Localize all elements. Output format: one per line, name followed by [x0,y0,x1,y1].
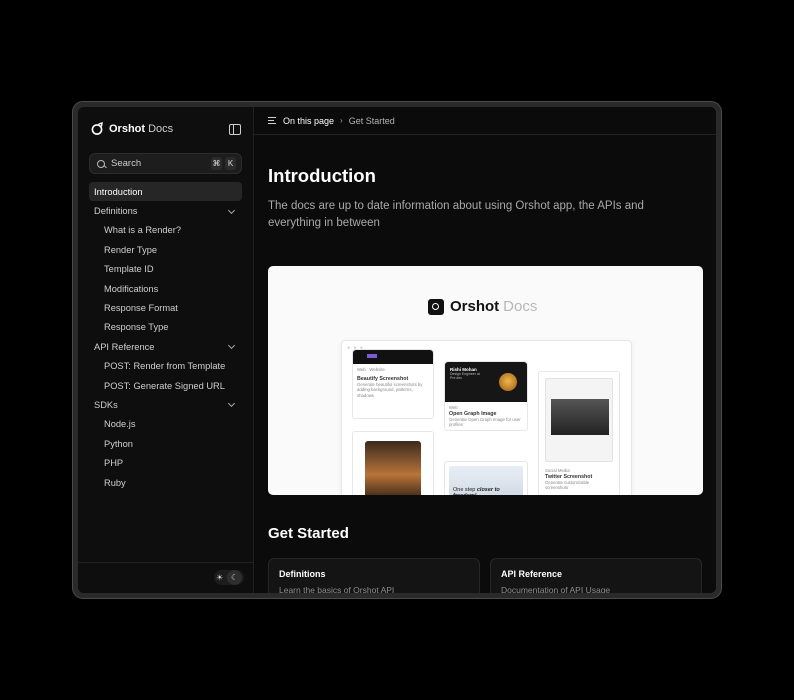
sidebar-item-label: POST: Render from Template [104,361,226,372]
hero-card [352,431,434,495]
sidebar-item-label: Modifications [104,283,159,294]
search-label: Search [111,158,142,169]
sidebar-item-label: Python [104,438,133,449]
sidebar-group-api-reference[interactable]: API Reference [89,337,242,356]
hero-brand-suffix: Docs [503,298,538,315]
sidebar-item-label: Introduction [94,186,143,197]
card-desc: Generate beautiful screenshots by adding… [357,381,423,398]
card-definitions[interactable]: Definitions Learn the basics of Orshot A… [268,558,480,593]
chevron-right-icon: › [340,116,343,125]
profile-sub: Design Engineer at Pre.dev [450,372,480,380]
card-desc: Learn the basics of Orshot API [279,585,395,593]
sidebar-item-php[interactable]: PHP [89,453,242,472]
sidebar-item-modifications[interactable]: Modifications [89,279,242,298]
card-api-reference[interactable]: API Reference Documentation of API Usage [490,558,702,593]
orshot-logo-icon [91,122,103,135]
sidebar-item-render-type[interactable]: Render Type [89,240,242,259]
chevron-down-icon [227,206,236,214]
moon-icon[interactable]: ☾ [227,570,243,585]
sidebar-group-definitions[interactable]: Definitions [89,201,242,220]
hero-image: Orshot Docs ● ● ● Web Website Beautify S… [268,266,703,495]
sidebar-item-label: API Reference [94,341,155,352]
card-thumbnail [353,350,433,364]
tweet-image [551,399,609,435]
app-window: Orshot Docs Search ⌘ K Introduction Defi… [78,107,716,593]
sidebar-group-sdks[interactable]: SDKs [89,395,242,414]
hero-brand: Orshot [450,298,500,315]
sidebar-item-introduction[interactable]: Introduction [89,182,242,202]
sidebar: Orshot Docs Search ⌘ K Introduction Defi… [78,107,254,593]
search-icon [97,159,105,168]
sidebar-item-python[interactable]: Python [89,434,242,453]
orshot-logo-icon [428,298,444,315]
search-shortcut: ⌘ K [211,157,236,170]
sidebar-item-label: Response Format [104,303,178,314]
card-title: API Reference [501,569,563,579]
device-frame: Orshot Docs Search ⌘ K Introduction Defi… [72,101,722,599]
sidebar-item-response-format[interactable]: Response Format [89,298,242,317]
sidebar-item-generate-signed-url[interactable]: POST: Generate Signed URL [89,376,242,395]
page-lead: The docs are up to date information abou… [268,200,644,229]
sidebar-item-nodejs[interactable]: Node.js [89,415,242,434]
sidebar-item-response-type[interactable]: Response Type [89,318,242,337]
brand-name[interactable]: Orshot [109,123,145,135]
page-title: Introduction [268,165,376,186]
sidebar-header: Orshot Docs [78,107,253,151]
sidebar-item-what-is-a-render[interactable]: What is a Render? [89,221,242,240]
toc-bar[interactable]: On this page › Get Started [254,107,716,135]
card-tag: Web [357,367,366,372]
on-this-page-label[interactable]: On this page [283,116,334,126]
card-desc: Generate Open Graph Image for user profi… [449,416,521,428]
hero-title: Orshot Docs [428,298,537,315]
card-title: Definitions [279,569,326,579]
sidebar-item-label: What is a Render? [104,225,181,236]
hero-card: One step closer to freedom! [444,461,528,495]
hero-card: Web Website Beautify Screenshot Generate… [352,349,434,419]
sidebar-nav: Introduction Definitions What is a Rende… [78,182,253,492]
sidebar-item-label: Template ID [104,264,154,275]
hero-card: Rishi Mohan Design Engineer at Pre.dev W… [444,361,528,431]
hero-window: ● ● ● Web Website Beautify Screenshot Ge… [341,340,632,495]
search-button[interactable]: Search ⌘ K [89,153,242,174]
card-tag: Website [369,367,385,372]
sidebar-item-label: Response Type [104,322,169,333]
chevron-down-icon [227,342,236,350]
sidebar-item-label: Definitions [94,206,138,217]
sidebar-footer: ☀ ☾ [78,562,253,593]
tweet-screenshot [545,378,613,462]
sidebar-item-label: PHP [104,458,124,469]
sidebar-item-render-from-template[interactable]: POST: Render from Template [89,357,242,376]
sidebar-item-ruby[interactable]: Ruby [89,473,242,492]
theme-toggle[interactable]: ☀ ☾ [214,570,244,585]
sunset-image [365,441,421,495]
toc-menu-icon [268,117,276,125]
sidebar-item-template-id[interactable]: Template ID [89,260,242,279]
k-key: K [225,157,236,170]
card-desc: Generate customizable screenshots [545,479,590,491]
card-thumbnail: Rishi Mohan Design Engineer at Pre.dev [445,362,527,402]
sidebar-item-label: Node.js [104,419,136,430]
quote-image: One step closer to freedom! [449,466,523,495]
sidebar-item-label: POST: Generate Signed URL [104,380,225,391]
sidebar-item-label: Render Type [104,244,158,255]
command-key-icon: ⌘ [211,157,222,170]
sidebar-item-label: Ruby [104,477,126,488]
hero-card: Social Media Twitter Screenshot Generate… [538,371,620,495]
section-heading: Get Started [268,525,349,542]
sidebar-item-label: SDKs [94,399,118,410]
chevron-down-icon [227,400,236,408]
brand-suffix: Docs [148,123,174,135]
card-desc: Documentation of API Usage [501,585,611,593]
sun-icon[interactable]: ☀ [216,573,223,582]
avatar [499,373,517,391]
main-content: On this page › Get Started Introduction … [254,107,716,593]
sidebar-toggle-icon[interactable] [229,123,241,135]
current-section: Get Started [348,115,395,126]
